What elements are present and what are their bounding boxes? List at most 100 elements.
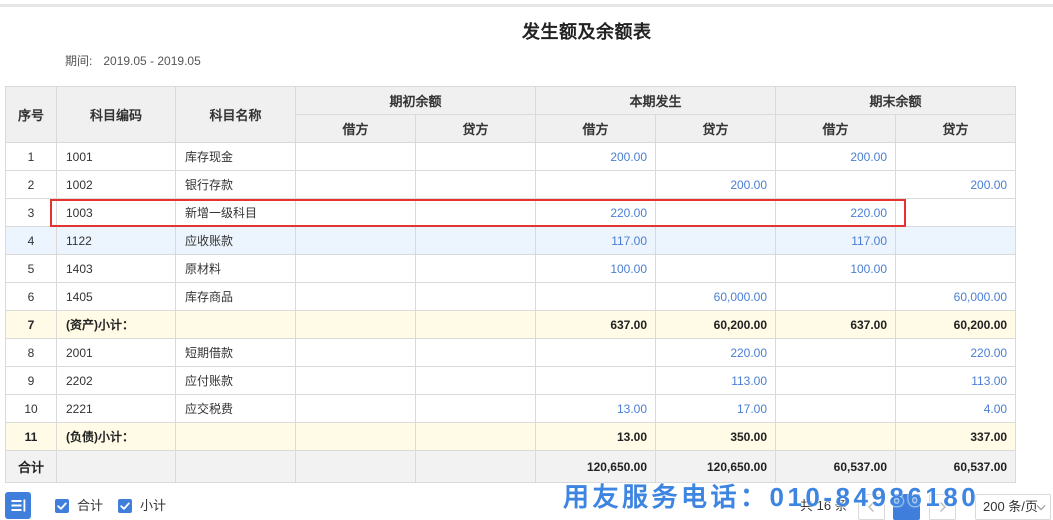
period-credit-cell: [655, 226, 777, 255]
header-closing-credit: 贷方: [895, 114, 1017, 143]
header-seq: 序号: [5, 86, 57, 143]
table-row[interactable]: 8 2001 短期借款 220.00 220.00: [5, 338, 1017, 367]
opening-credit-cell: [414, 394, 537, 423]
opening-credit-cell: [414, 142, 537, 171]
account-code-cell: [56, 450, 176, 483]
table-row[interactable]: 5 1403 原材料 100.00 100.00: [5, 254, 1017, 283]
report-title: 发生额及余额表: [522, 22, 652, 42]
subtotal-row[interactable]: 7 (资产)小计： 637.00 60,200.00 637.00 60,200.00: [5, 310, 1017, 339]
account-name-cell: 应付账款: [175, 366, 296, 395]
page-size-select[interactable]: 200 条/页: [975, 494, 1051, 520]
opening-debit-cell: [295, 254, 416, 283]
period-debit-cell: 120,650.00: [535, 450, 657, 483]
list-collapse-icon: [11, 499, 26, 512]
table-row[interactable]: 3 1003 新增一级科目 220.00 220.00: [5, 198, 1017, 227]
row-seq-cell: 9: [5, 366, 57, 395]
row-seq-cell: 3: [5, 198, 57, 227]
closing-debit-cell: [775, 282, 897, 311]
period-credit-cell: 220.00: [655, 338, 777, 367]
period-debit-cell: 117.00: [535, 226, 657, 255]
balance-table: 序号 科目编码 科目名称 期初余额 本期发生 期末余额 借方 贷方 借方 贷方 …: [5, 86, 1017, 483]
header-row-groups: 序号 科目编码 科目名称 期初余额 本期发生 期末余额: [5, 86, 1017, 143]
closing-credit-cell: [895, 254, 1017, 283]
header-period-debit: 借方: [535, 114, 657, 143]
row-seq-cell: 7: [5, 310, 57, 339]
show-total-label: 合计: [77, 498, 104, 513]
account-code-cell: 1405: [56, 282, 176, 311]
opening-debit-cell: [295, 170, 416, 199]
closing-credit-cell: 60,200.00: [895, 310, 1017, 339]
table-row[interactable]: 10 2221 应交税费 13.00 17.00 4.00: [5, 394, 1017, 423]
period-credit-cell: 200.00: [655, 170, 777, 199]
closing-credit-cell: 200.00: [895, 170, 1017, 199]
account-name-cell: [175, 422, 296, 451]
header-group-opening-balance: 期初余额: [294, 86, 537, 115]
closing-debit-cell: [775, 366, 897, 395]
period-credit-cell: 17.00: [655, 394, 777, 423]
list-collapse-button[interactable]: [5, 492, 31, 519]
row-seq-cell: 8: [5, 338, 57, 367]
account-code-cell: 1002: [56, 170, 176, 199]
period-credit-cell: [655, 254, 777, 283]
account-name-cell: 新增一级科目: [175, 198, 296, 227]
table-row[interactable]: 9 2202 应付账款 113.00 113.00: [5, 366, 1017, 395]
balance-table-container: 序号 科目编码 科目名称 期初余额 本期发生 期末余额 借方 贷方 借方 贷方 …: [5, 86, 1017, 483]
table-row[interactable]: 6 1405 库存商品 60,000.00 60,000.00: [5, 282, 1017, 311]
account-name-cell: 应交税费: [175, 394, 296, 423]
header-opening-debit: 借方: [295, 114, 416, 143]
opening-debit-cell: [295, 310, 416, 339]
subtotal-row[interactable]: 11 (负债)小计： 13.00 350.00 337.00: [5, 422, 1017, 451]
period-credit-cell: 113.00: [655, 366, 777, 395]
show-subtotal-checkbox[interactable]: [118, 499, 132, 513]
opening-credit-cell: [414, 282, 537, 311]
header-closing-debit: 借方: [775, 114, 897, 143]
closing-credit-cell: 220.00: [895, 338, 1017, 367]
closing-debit-cell: 637.00: [775, 310, 897, 339]
opening-credit-cell: [414, 254, 537, 283]
closing-debit-cell: 200.00: [775, 142, 897, 171]
account-name-cell: 库存现金: [175, 142, 296, 171]
show-total-checkbox[interactable]: [55, 499, 69, 513]
opening-credit-cell: [414, 226, 537, 255]
opening-debit-cell: [295, 282, 416, 311]
opening-debit-cell: [295, 422, 416, 451]
opening-debit-cell: [295, 226, 416, 255]
opening-credit-cell: [414, 310, 537, 339]
account-name-cell: 应收账款: [175, 226, 296, 255]
table-row[interactable]: 4 1122 应收账款 117.00 117.00: [5, 226, 1017, 255]
opening-credit-cell: [414, 170, 537, 199]
period-debit-cell: [535, 170, 657, 199]
account-code-cell: 1122: [56, 226, 176, 255]
table-header: 序号 科目编码 科目名称 期初余额 本期发生 期末余额 借方 贷方 借方 贷方 …: [5, 86, 1017, 143]
account-code-cell: 1003: [56, 198, 176, 227]
opening-debit-cell: [295, 450, 416, 483]
chevron-down-icon: [1036, 505, 1046, 511]
closing-debit-cell: [775, 338, 897, 367]
service-phone-banner: 用友服务电话：010-84986180: [563, 482, 980, 512]
account-name-cell: 原材料: [175, 254, 296, 283]
closing-credit-cell: 4.00: [895, 394, 1017, 423]
header-period-credit: 贷方: [655, 114, 777, 143]
total-label-cell: 合计: [5, 450, 57, 483]
closing-credit-cell: 60,537.00: [895, 450, 1017, 483]
opening-debit-cell: [295, 338, 416, 367]
subtotal-label-cell: (负债)小计：: [56, 422, 176, 451]
account-code-cell: 2221: [56, 394, 176, 423]
closing-debit-cell: 220.00: [775, 198, 897, 227]
table-row[interactable]: 1 1001 库存现金 200.00 200.00: [5, 142, 1017, 171]
check-icon: [120, 502, 130, 510]
account-name-cell: 银行存款: [175, 170, 296, 199]
opening-credit-cell: [414, 338, 537, 367]
opening-debit-cell: [295, 198, 416, 227]
account-name-cell: [175, 310, 296, 339]
show-subtotal-label: 小计: [140, 498, 167, 513]
row-seq-cell: 10: [5, 394, 57, 423]
account-name-cell: [175, 450, 296, 483]
period-debit-cell: [535, 366, 657, 395]
closing-debit-cell: [775, 422, 897, 451]
table-row[interactable]: 2 1002 银行存款 200.00 200.00: [5, 170, 1017, 199]
opening-credit-cell: [414, 422, 537, 451]
period-debit-cell: 637.00: [535, 310, 657, 339]
header-account-name: 科目名称: [175, 86, 296, 143]
period-credit-cell: 350.00: [655, 422, 777, 451]
